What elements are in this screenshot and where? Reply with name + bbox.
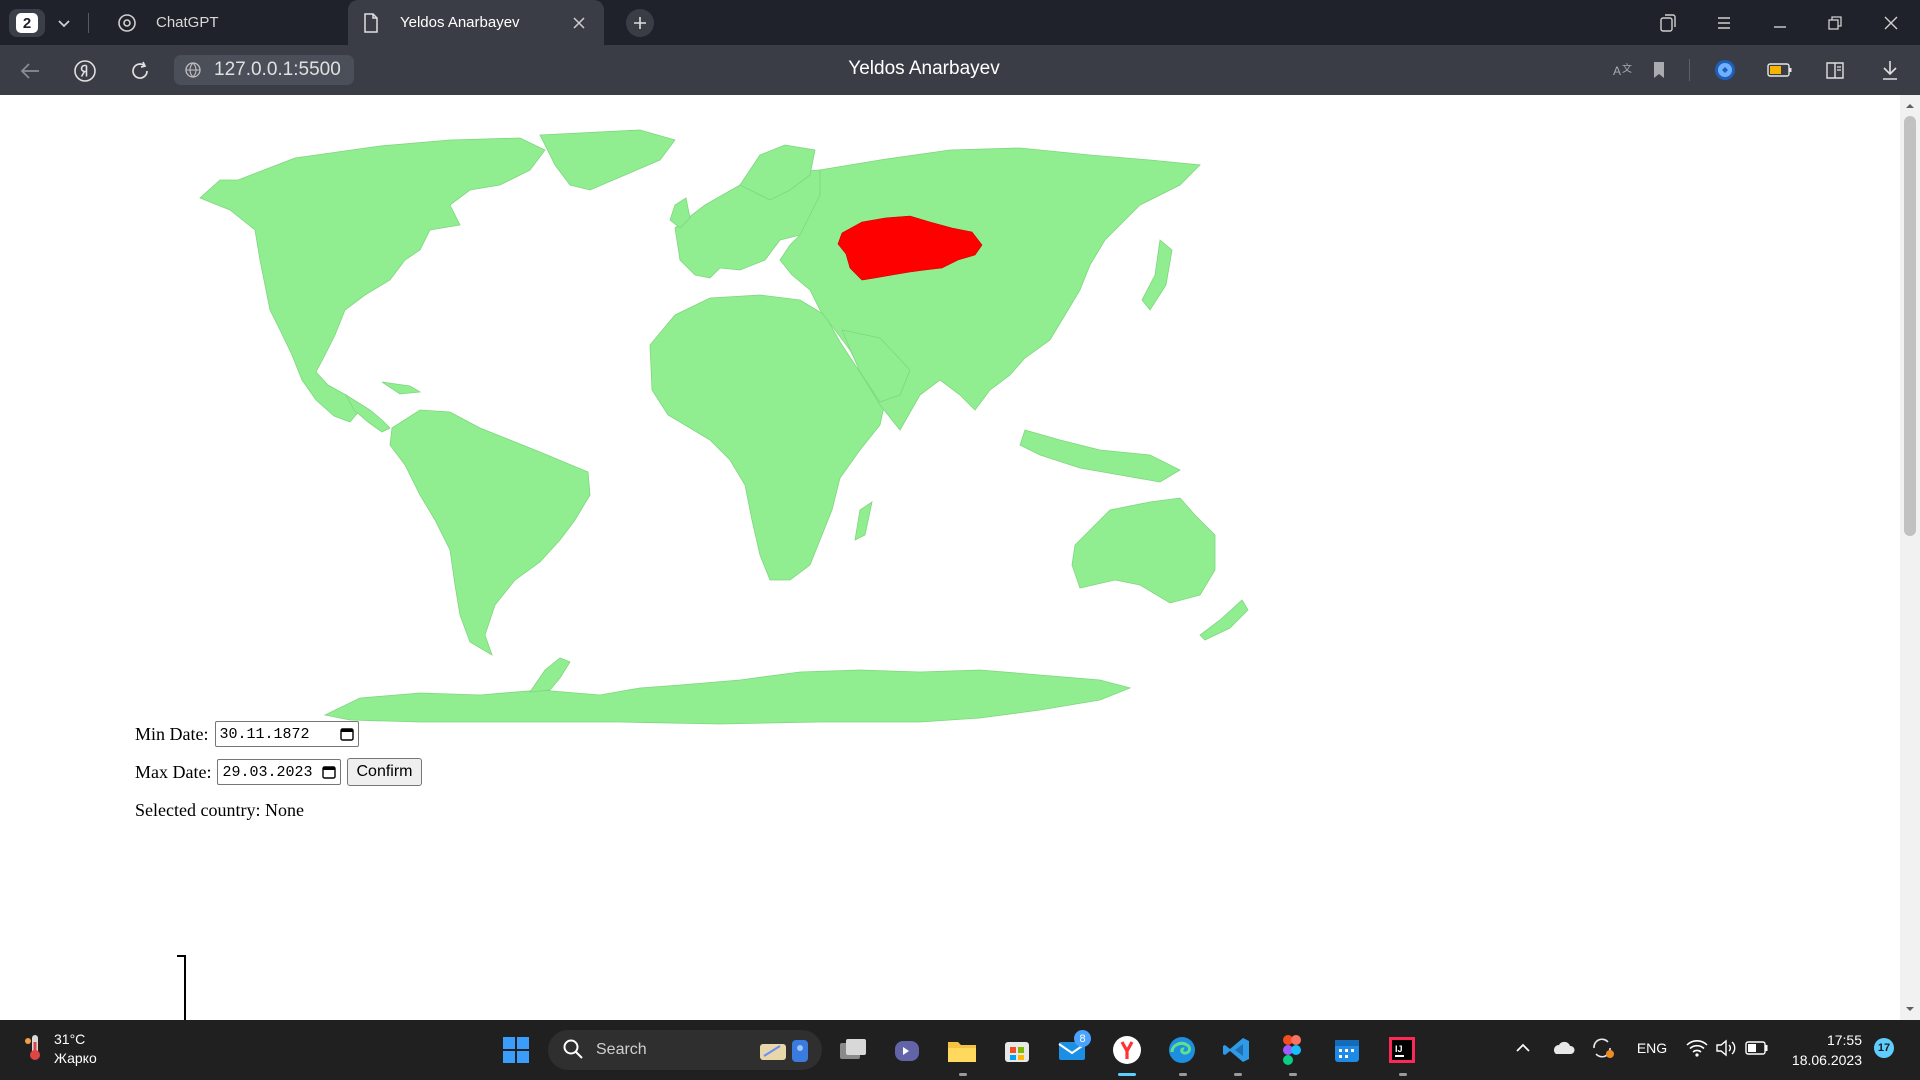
min-date-value: 30.11.1872 [219, 725, 310, 743]
vscode-icon[interactable] [1217, 1030, 1257, 1070]
weather-temperature: 31°C [54, 1031, 86, 1047]
windows-start-icon[interactable] [496, 1030, 536, 1070]
wifi-icon[interactable] [1686, 1038, 1708, 1058]
document-icon [360, 12, 382, 34]
volume-icon[interactable] [1715, 1038, 1737, 1058]
reading-list-icon[interactable] [1822, 57, 1848, 83]
close-window-icon[interactable] [1879, 11, 1903, 35]
running-indicator [1289, 1073, 1297, 1076]
caribbean-region [381, 381, 422, 395]
weather-widget[interactable]: 31°C Жарко [24, 1030, 97, 1068]
japan-region [1141, 239, 1173, 311]
tab-label: ChatGPT [156, 14, 219, 31]
tab-label: Yeldos Anarbayev [400, 14, 520, 31]
mail-unread-badge: 8 [1074, 1030, 1091, 1047]
intellij-idea-icon[interactable]: IJ [1382, 1030, 1422, 1070]
task-view-icon[interactable] [833, 1030, 873, 1070]
language-indicator[interactable]: ENG [1634, 1038, 1670, 1058]
min-date-input[interactable]: 30.11.1872 [214, 721, 359, 747]
tab-list-chevron-icon[interactable] [50, 10, 78, 36]
running-indicator [959, 1073, 967, 1076]
svg-text:A: A [1613, 64, 1621, 78]
download-icon[interactable] [1877, 57, 1903, 83]
max-date-value: 29.03.2023 [222, 763, 313, 781]
microsoft-store-icon[interactable] [997, 1030, 1037, 1070]
windows-taskbar: 31°C Жарко Search IJ ENG 17:55 18.06.202… [0, 1020, 1920, 1080]
protect-extension-icon[interactable] [1712, 57, 1738, 83]
svg-text:文: 文 [1622, 62, 1632, 75]
calendar-app-icon[interactable] [1327, 1030, 1367, 1070]
southeast-asia-islands-region [1019, 429, 1181, 483]
yandex-browser-icon[interactable] [1107, 1030, 1147, 1070]
min-date-label: Min Date: [135, 723, 209, 744]
antarctic-peninsula-region [529, 657, 571, 693]
max-date-input[interactable]: 29.03.2023 [217, 759, 342, 785]
edge-icon[interactable] [1162, 1030, 1202, 1070]
battery-saver-icon[interactable] [1767, 57, 1793, 83]
tab-bar: 2 ChatGPT Yeldos Anarbayev [0, 0, 1920, 45]
file-explorer-icon[interactable] [942, 1030, 982, 1070]
bookmark-icon[interactable] [1646, 57, 1672, 83]
restore-icon[interactable] [1823, 11, 1847, 35]
calendar-icon[interactable] [322, 765, 337, 779]
tab-counter-button[interactable]: 2 [9, 9, 45, 37]
taskbar-search-box[interactable]: Search [548, 1030, 822, 1070]
clock-time: 17:55 [1826, 1032, 1862, 1048]
minimize-icon[interactable] [1768, 11, 1792, 35]
max-date-label: Max Date: [135, 761, 212, 782]
system-clock[interactable]: 17:55 18.06.2023 [1780, 1030, 1862, 1070]
scroll-up-arrow-icon[interactable] [1903, 101, 1917, 111]
tab-count: 2 [16, 13, 38, 33]
selected-country-text: Selected country: None [135, 799, 304, 820]
scrollbar-thumb[interactable] [1904, 116, 1916, 536]
clock-date: 18.06.2023 [1791, 1052, 1862, 1068]
svg-text:IJ: IJ [1395, 1044, 1403, 1054]
close-tab-icon[interactable] [568, 12, 590, 34]
toolbar-separator [1689, 59, 1690, 81]
search-icon [562, 1038, 586, 1062]
figma-icon[interactable] [1272, 1030, 1312, 1070]
world-map[interactable] [120, 110, 1320, 730]
search-highlight-icon [754, 1034, 814, 1066]
translate-icon[interactable]: A文 [1611, 57, 1637, 83]
weather-description: Жарко [54, 1050, 97, 1066]
tab-yeldos-anarbayev[interactable]: Yeldos Anarbayev [348, 0, 604, 45]
battery-icon[interactable] [1745, 1038, 1769, 1058]
onedrive-icon[interactable] [1550, 1038, 1576, 1058]
south-america-region [389, 409, 591, 656]
search-placeholder: Search [596, 1041, 647, 1058]
page-viewport: Min Date: 30.11.1872 Max Date: 29.03.202… [0, 95, 1900, 1020]
new-zealand-region [1199, 599, 1249, 641]
antarctica-region [323, 669, 1132, 725]
tab-separator [88, 13, 89, 33]
collections-icon[interactable] [1656, 11, 1680, 35]
running-indicator [1234, 1073, 1242, 1076]
tab-chatgpt[interactable]: ChatGPT [104, 0, 344, 45]
sync-icon[interactable] [1590, 1036, 1616, 1060]
menu-icon[interactable] [1712, 11, 1736, 35]
australia-region [1071, 497, 1216, 604]
calendar-icon[interactable] [339, 727, 354, 741]
confirm-button[interactable]: Confirm [347, 758, 422, 786]
madagascar-region [854, 501, 873, 541]
teams-chat-icon[interactable] [887, 1030, 927, 1070]
notification-badge[interactable]: 17 [1874, 1038, 1894, 1058]
running-indicator [1179, 1073, 1187, 1076]
new-tab-button[interactable] [626, 9, 654, 37]
greenland-region [539, 129, 676, 191]
active-app-indicator [1118, 1073, 1136, 1076]
thermometer-icon [24, 1032, 46, 1067]
address-bar: 127.0.0.1:5500 Yeldos Anarbayev A文 [0, 45, 1920, 95]
chart-axis-line [184, 955, 186, 1020]
scroll-down-arrow-icon[interactable] [1903, 1004, 1917, 1014]
running-indicator [1399, 1073, 1407, 1076]
max-date-row: Max Date: 29.03.2023 Confirm [135, 758, 422, 786]
chevron-up-icon[interactable] [1513, 1038, 1533, 1058]
chatgpt-icon [116, 12, 138, 34]
page-title: Yeldos Anarbayev [848, 58, 1000, 79]
min-date-row: Min Date: 30.11.1872 [135, 720, 359, 748]
north-america-region [199, 137, 546, 423]
